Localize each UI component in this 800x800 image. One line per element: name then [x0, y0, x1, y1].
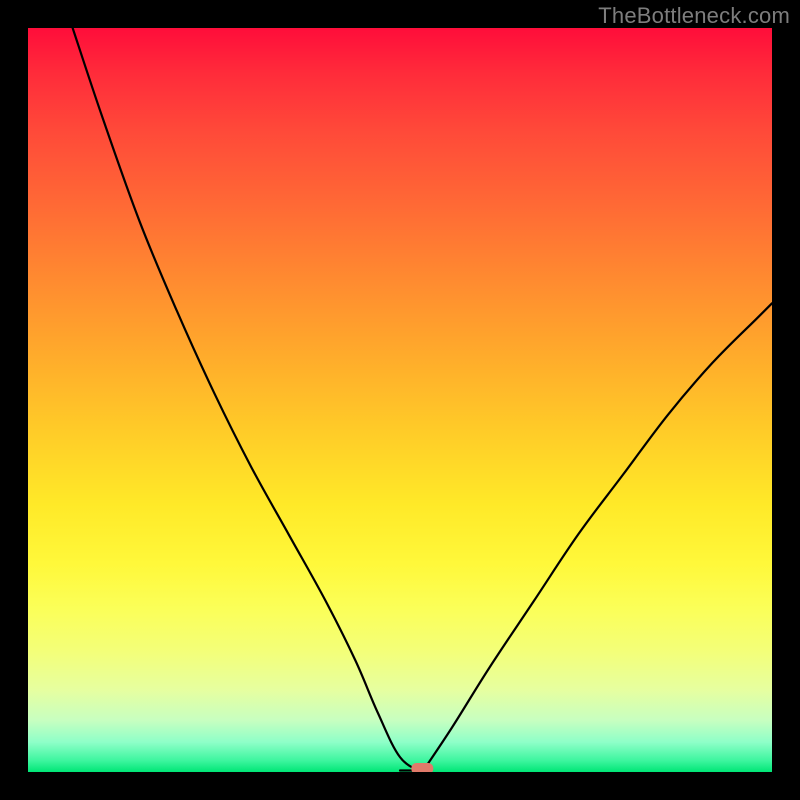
curve-right-branch: [422, 303, 772, 772]
valley-marker: [411, 763, 433, 772]
curve-left-branch: [73, 28, 423, 772]
chart-frame: TheBottleneck.com: [0, 0, 800, 800]
plot-area: [28, 28, 772, 772]
watermark-text: TheBottleneck.com: [598, 3, 790, 29]
curve-layer: [28, 28, 772, 772]
